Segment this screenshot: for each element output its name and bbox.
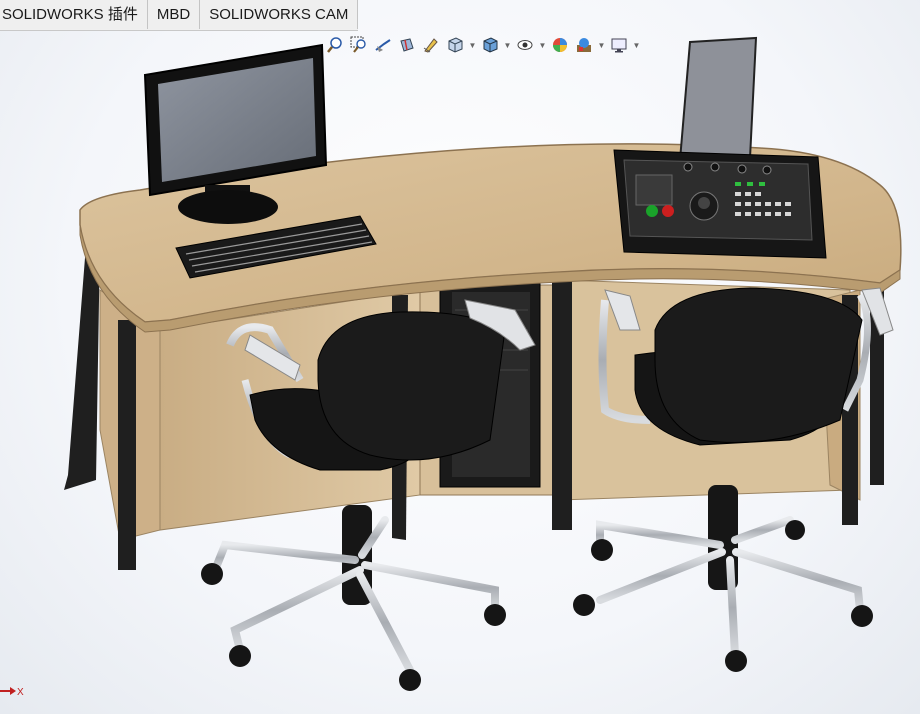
model-viewport[interactable]	[0, 0, 920, 714]
hide-show-dropdown-icon[interactable]: ▼	[538, 34, 547, 56]
view-orientation-dropdown-icon[interactable]: ▼	[468, 34, 477, 56]
apply-scene-dropdown-icon[interactable]: ▼	[597, 34, 606, 56]
command-manager-tabs: SOLIDWORKS 插件 MBD SOLIDWORKS CAM	[0, 0, 359, 31]
view-orientation-icon[interactable]	[444, 34, 466, 56]
previous-view-icon[interactable]	[372, 34, 394, 56]
edit-appearance-icon[interactable]	[549, 34, 571, 56]
hide-show-items-icon[interactable]	[514, 34, 536, 56]
zoom-to-area-icon[interactable]	[348, 34, 370, 56]
tab-solidworks-cam[interactable]: SOLIDWORKS CAM	[200, 0, 359, 29]
dynamic-annotation-icon[interactable]	[420, 34, 442, 56]
view-settings-icon[interactable]	[608, 34, 630, 56]
zoom-to-fit-icon[interactable]	[324, 34, 346, 56]
tab-mbd[interactable]: MBD	[147, 0, 201, 29]
display-style-icon[interactable]	[479, 34, 501, 56]
heads-up-view-toolbar: ▼ ▼ ▼ ▼ ▼	[324, 33, 641, 57]
reference-triad: X	[0, 683, 26, 699]
tab-solidworks-addins[interactable]: SOLIDWORKS 插件	[0, 0, 148, 29]
view-settings-dropdown-icon[interactable]: ▼	[632, 34, 641, 56]
section-view-icon[interactable]	[396, 34, 418, 56]
control-console	[613, 149, 827, 259]
triad-x-label: X	[17, 687, 24, 698]
apply-scene-icon[interactable]	[573, 34, 595, 56]
display-style-dropdown-icon[interactable]: ▼	[503, 34, 512, 56]
tablet-display	[678, 36, 758, 162]
